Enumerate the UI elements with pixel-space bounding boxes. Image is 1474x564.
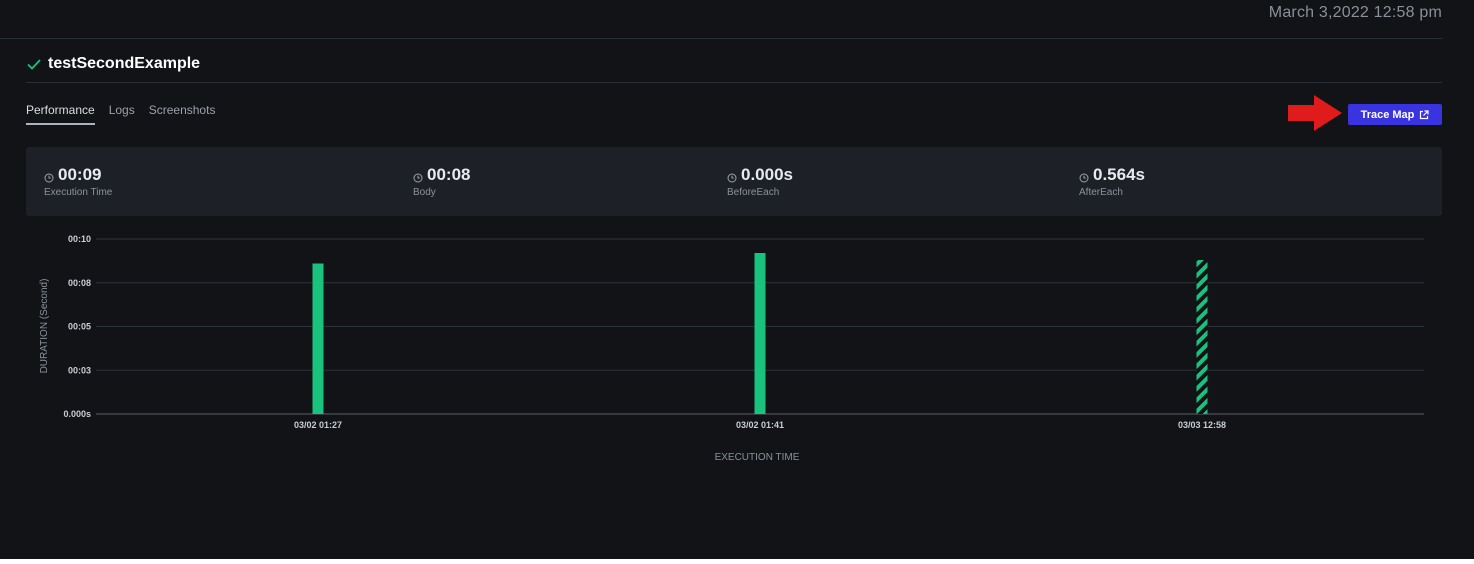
stat-value: 00:09 (58, 165, 102, 184)
stat-execution-time: 00:09 Execution Time (44, 165, 112, 198)
clock-icon (413, 170, 423, 183)
stat-before-each: 0.000s BeforeEach (727, 165, 793, 198)
y-tick-label: 00:10 (68, 234, 91, 244)
stat-value: 00:08 (427, 165, 471, 184)
tab-logs[interactable]: Logs (109, 103, 135, 125)
stats-panel: 00:09 Execution Time 00:08 Body 0.000s B… (26, 147, 1442, 216)
stat-label: AfterEach (1079, 187, 1123, 198)
test-title: testSecondExample (48, 55, 201, 72)
y-tick-label: 00:05 (68, 322, 91, 332)
x-tick-label: 03/02 01:27 (294, 420, 342, 430)
stat-label: Execution Time (44, 187, 113, 198)
stat-label: Body (413, 187, 436, 198)
app-window: March 3,2022 12:58 pm testSecondExample … (0, 0, 1474, 559)
duration-chart: 0.000s 00:03 00:05 00:08 00:10 03/02 01:27 03/… (39, 234, 1424, 463)
trace-map-label: Trace Map (1360, 108, 1415, 121)
check-icon (26, 56, 42, 72)
bar[interactable] (754, 253, 766, 414)
divider (26, 82, 1442, 83)
bar[interactable] (1196, 260, 1208, 414)
stat-value: 0.564s (1093, 165, 1145, 184)
bar[interactable] (312, 263, 324, 415)
y-tick-label: 00:03 (68, 365, 91, 375)
tab-bar: Performance Logs Screenshots (26, 103, 215, 125)
clock-icon (44, 170, 54, 183)
tab-performance[interactable]: Performance (26, 103, 95, 125)
stat-after-each: 0.564s AfterEach (1079, 165, 1145, 198)
x-tick-label: 03/03 12:58 (1178, 420, 1226, 430)
tab-screenshots[interactable]: Screenshots (149, 103, 216, 125)
stat-body: 00:08 Body (413, 165, 470, 198)
test-header: testSecondExample (26, 53, 200, 75)
red-arrow-icon (1286, 93, 1344, 133)
clock-icon (1079, 170, 1089, 183)
divider (0, 38, 1442, 39)
y-tick-label: 00:08 (68, 278, 91, 288)
x-axis-label: EXECUTION TIME (715, 452, 800, 463)
trace-map-button[interactable]: Trace Map (1348, 104, 1442, 125)
run-timestamp: March 3,2022 12:58 pm (1268, 4, 1442, 21)
x-tick-label: 03/02 01:41 (736, 420, 784, 430)
clock-icon (727, 170, 737, 183)
stat-value: 0.000s (741, 165, 793, 184)
y-tick-label: 0.000s (63, 409, 91, 419)
y-axis-label: DURATION (Second) (39, 279, 50, 374)
stat-label: BeforeEach (727, 187, 780, 198)
external-link-icon (1419, 109, 1430, 120)
